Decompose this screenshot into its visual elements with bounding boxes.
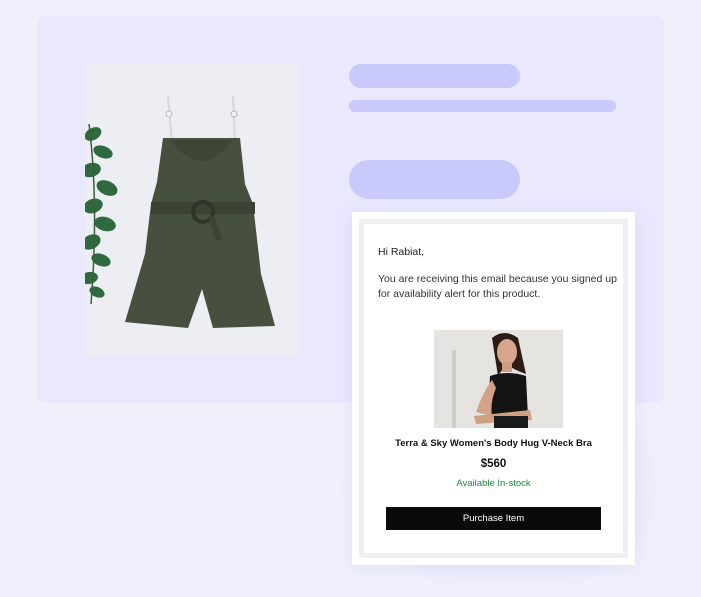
skeleton-button: [349, 160, 520, 199]
skeleton-title: [349, 64, 520, 88]
product-thumbnail: [434, 330, 563, 428]
email-preview: Hi Rabiat, You are receiving this email …: [352, 212, 635, 565]
purchase-item-button[interactable]: Purchase Item: [386, 507, 601, 530]
email-content: Hi Rabiat, You are receiving this email …: [359, 219, 628, 558]
product-photo-romper: [85, 64, 301, 355]
product-price: $560: [480, 458, 507, 470]
skeleton-subtitle: [349, 100, 616, 112]
email-greeting: Hi Rabiat,: [378, 246, 425, 258]
availability-status: Available In-stock: [456, 478, 531, 489]
product-name: Terra & Sky Women's Body Hug V-Neck Bra: [395, 438, 592, 449]
email-body-text: You are receiving this email because you…: [378, 273, 617, 300]
